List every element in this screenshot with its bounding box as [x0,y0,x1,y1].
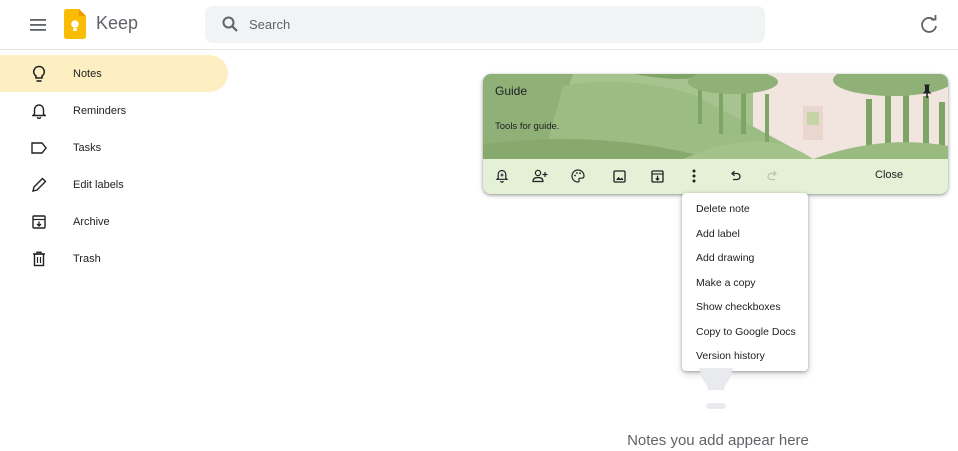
pencil-icon [30,176,48,194]
menu-item-version-history[interactable]: Version history [682,344,808,369]
sidebar-item-label: Reminders [73,104,127,117]
archive-icon [30,213,48,231]
note-editor[interactable]: Guide Tools for guide. Close [483,74,948,194]
sidebar-item-label: Notes [73,67,102,80]
undo-icon[interactable] [727,168,743,184]
reminder-icon[interactable] [494,168,510,184]
search-input[interactable] [249,6,749,43]
sidebar-item-label: Archive [73,215,110,228]
menu-item-add-drawing[interactable]: Add drawing [682,246,808,271]
app-title: Keep [96,13,139,33]
hamburger-icon [30,19,46,31]
empty-lightbulb-icon [699,368,733,409]
sidebar-item-edit-labels[interactable]: Edit labels [0,166,230,203]
search-icon[interactable] [221,15,239,33]
search-bar[interactable] [205,6,765,43]
palette-icon[interactable] [570,168,586,184]
menu-item-make-copy[interactable]: Make a copy [682,271,808,296]
menu-item-delete-note[interactable]: Delete note [682,197,808,222]
sidebar-item-archive[interactable]: Archive [0,203,230,240]
pin-icon[interactable] [919,83,935,99]
menu-item-copy-to-docs[interactable]: Copy to Google Docs [682,320,808,345]
lightbulb-icon [30,65,48,83]
main-menu-button[interactable] [25,12,51,38]
sidebar-item-trash[interactable]: Trash [0,240,230,277]
close-button[interactable]: Close [875,169,903,181]
more-icon[interactable] [686,168,702,184]
menu-item-add-label[interactable]: Add label [682,222,808,247]
label-icon [30,139,48,157]
empty-state-text: Notes you add appear here [627,432,809,449]
sidebar-item-notes[interactable]: Notes [0,55,228,92]
sidebar-item-label: Edit labels [73,178,124,191]
sidebar-item-label: Trash [73,252,101,265]
more-options-menu: Delete note Add label Add drawing Make a… [682,193,808,371]
sidebar-item-tasks[interactable]: Tasks [0,129,230,166]
top-bar: Keep [0,0,958,50]
note-title[interactable]: Guide [495,84,527,98]
note-background-illustration [483,74,948,159]
collaborator-icon[interactable] [532,168,548,184]
archive-icon[interactable] [649,168,665,184]
refresh-icon[interactable] [918,14,940,36]
note-body[interactable]: Tools for guide. [495,121,559,132]
sidebar: Notes Reminders Tasks Edit labels Archiv… [0,55,230,277]
menu-item-show-checkboxes[interactable]: Show checkboxes [682,295,808,320]
keep-logo-icon [64,9,86,39]
sidebar-item-label: Tasks [73,141,102,154]
image-icon[interactable] [611,168,627,184]
sidebar-item-reminders[interactable]: Reminders [0,92,230,129]
redo-icon [765,168,781,184]
trash-icon [30,250,48,268]
bell-icon [30,102,48,120]
note-toolbar: Close [483,159,948,194]
